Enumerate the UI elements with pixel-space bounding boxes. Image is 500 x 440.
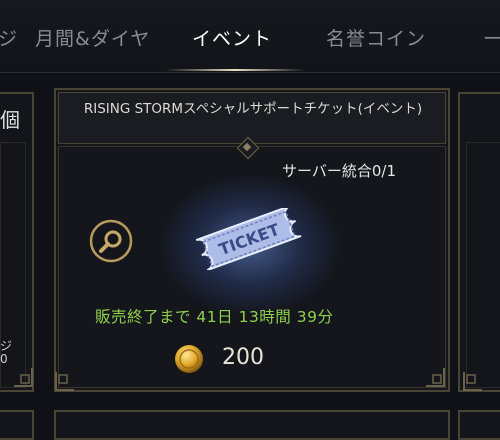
corner-ornament-bl xyxy=(55,372,74,391)
magnifier-icon[interactable] xyxy=(88,218,134,264)
corner-ornament-right-card xyxy=(463,372,482,391)
left-card-bottom-text: ジ 0 xyxy=(0,340,12,366)
tab-monthly-diamond[interactable]: 月間&ダイヤ xyxy=(35,24,150,51)
bottom-center-partial-card[interactable] xyxy=(54,410,450,440)
corner-ornament-br xyxy=(426,368,445,387)
tab-bar: ジ 月間&ダイヤ イベント 名誉コイン 一 xyxy=(0,0,500,73)
price-amount: 200 xyxy=(222,345,264,370)
right-card-inner-border xyxy=(466,142,500,388)
bottom-right-partial-card[interactable] xyxy=(458,410,500,440)
left-card-label: 個 xyxy=(0,108,20,132)
tab-partial-left[interactable]: ジ xyxy=(0,24,18,51)
tab-event[interactable]: イベント xyxy=(192,24,272,51)
tab-partial-right[interactable]: 一 xyxy=(484,24,500,51)
corner-ornament-left-card xyxy=(14,368,33,387)
gold-coin-icon xyxy=(175,345,203,373)
tab-honor-coin[interactable]: 名誉コイン xyxy=(326,24,426,51)
sale-end-timer: 販売終了まで 41日 13時間 39分 xyxy=(95,308,334,326)
left-card-bottom-line-2: 0 xyxy=(0,352,8,366)
card-title: RISING STORMスペシャルサポートチケット(イベント) xyxy=(83,101,423,117)
active-tab-indicator xyxy=(165,69,305,71)
card-header: RISING STORMスペシャルサポートチケット(イベント) xyxy=(58,92,446,144)
bottom-left-partial-card[interactable] xyxy=(0,410,34,440)
right-partial-card[interactable] xyxy=(458,92,500,392)
ticket-icon: TICKET xyxy=(195,208,302,270)
